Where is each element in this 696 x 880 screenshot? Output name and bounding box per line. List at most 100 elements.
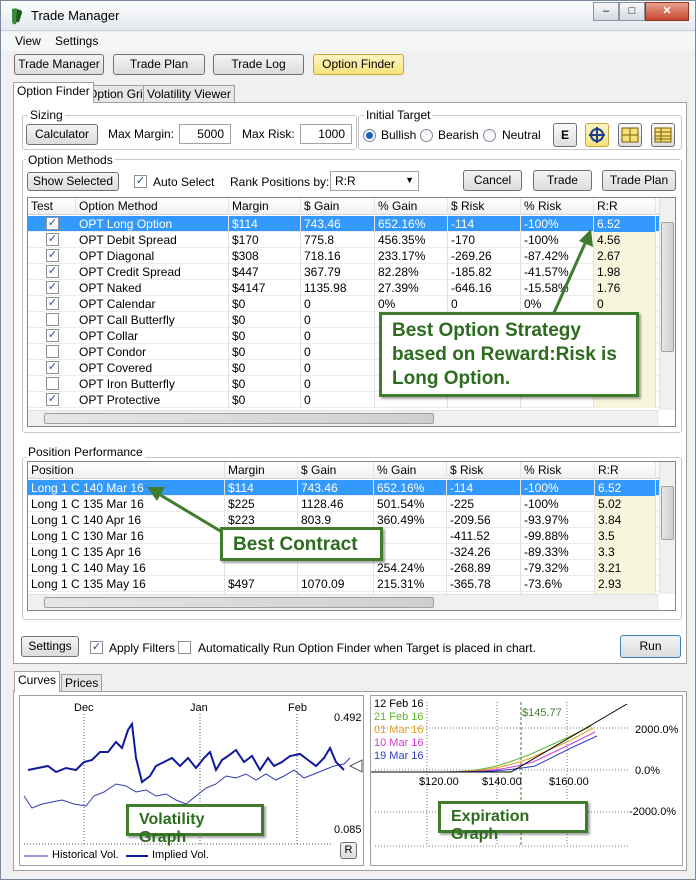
minimize-button[interactable]: – <box>593 2 619 21</box>
method-cell-method: OPT Collar <box>76 328 229 344</box>
col-test[interactable]: Test <box>28 198 76 215</box>
y-tick-2000: 2000.0% <box>635 724 679 736</box>
col-dollar-risk[interactable]: $ Risk <box>448 198 521 215</box>
position-row[interactable]: Long 1 C 140 Mar 16 $114 743.46 652.16% -114… <box>28 480 659 496</box>
method-test-checkbox[interactable]: ✓ <box>46 217 59 230</box>
method-cell-rr: 1.98 <box>594 264 656 280</box>
position-row[interactable]: Long 1 C 135 Mar 16 $225 1128.46 501.54% -22… <box>28 496 659 512</box>
method-cell-gain: 0 <box>301 344 375 360</box>
position-performance-label: Position Performance <box>26 445 145 459</box>
target-crosshair-icon[interactable] <box>585 123 609 147</box>
title-bar[interactable]: Trade Manager – □ ✕ <box>1 1 695 31</box>
neutral-radio[interactable] <box>483 129 496 142</box>
position-row[interactable]: Long 1 C 135 May 16 $497 1070.09 215.31% -36… <box>28 576 659 592</box>
method-test-checkbox[interactable]: ✓ <box>46 249 59 262</box>
col-percent-risk[interactable]: % Risk <box>521 198 594 215</box>
col-margin[interactable]: Margin <box>229 198 301 215</box>
method-test-checkbox[interactable] <box>46 377 59 390</box>
dropdown-arrow-icon: ▼ <box>405 175 414 185</box>
position-cell-prisk: -100% <box>521 480 595 496</box>
table-view-icon[interactable] <box>651 123 675 147</box>
col-reward-risk[interactable]: R:R <box>594 198 656 215</box>
menu-view[interactable]: View <box>15 34 41 48</box>
col-pos-dollar-risk[interactable]: $ Risk <box>447 462 521 479</box>
col-position[interactable]: Position <box>28 462 225 479</box>
method-cell-gain: 1135.98 <box>301 280 375 296</box>
col-pos-percent-risk[interactable]: % Risk <box>521 462 595 479</box>
show-selected-button[interactable]: Show Selected <box>27 172 119 191</box>
method-cell-margin: $0 <box>229 328 301 344</box>
max-margin-input[interactable]: 5000 <box>179 124 231 144</box>
method-cell-margin: $114 <box>229 216 301 232</box>
method-test-checkbox[interactable] <box>46 313 59 326</box>
method-cell-pgain: 456.35% <box>375 232 448 248</box>
method-cell-risk: 0 <box>448 296 521 312</box>
method-test-checkbox[interactable]: ✓ <box>46 329 59 342</box>
position-cell-pgain: 501.54% <box>374 496 447 512</box>
method-test-checkbox[interactable]: ✓ <box>46 297 59 310</box>
apply-filters-checkbox[interactable]: ✓ <box>90 641 103 654</box>
option-methods-label: Option Methods <box>26 153 115 167</box>
position-cell-margin: $497 <box>225 576 298 592</box>
method-test-checkbox[interactable] <box>46 345 59 358</box>
reset-button[interactable]: R <box>340 842 357 859</box>
col-pos-reward-risk[interactable]: R:R <box>595 462 656 479</box>
cancel-button[interactable]: Cancel <box>463 170 522 191</box>
rank-positions-select[interactable]: R:R ▼ <box>330 171 419 191</box>
position-row[interactable]: Long 1 C 140 Apr 16 $223 803.9 360.49% -209.… <box>28 512 659 528</box>
tab-curves[interactable]: Curves <box>14 671 61 692</box>
historical-vol-line <box>23 757 351 809</box>
calculator-button[interactable]: Calculator <box>26 124 98 145</box>
run-button[interactable]: Run <box>620 635 681 658</box>
position-cell-rr: 5.02 <box>595 496 656 512</box>
e-button[interactable]: E <box>553 123 577 147</box>
method-test-checkbox[interactable]: ✓ <box>46 361 59 374</box>
trade-button[interactable]: Trade <box>533 170 592 191</box>
method-cell-rr: 6.52 <box>594 216 656 232</box>
position-cell-prisk: -79.32% <box>521 560 595 576</box>
position-hscrollbar[interactable] <box>28 594 659 610</box>
trade-manager-button[interactable]: Trade Manager <box>14 54 104 75</box>
max-risk-input[interactable]: 1000 <box>300 124 352 144</box>
option-methods-vscrollbar[interactable] <box>659 198 675 410</box>
col-dollar-gain[interactable]: $ Gain <box>301 198 375 215</box>
sizing-label: Sizing <box>28 108 65 122</box>
col-option-method[interactable]: Option Method <box>76 198 229 215</box>
option-finder-button[interactable]: Option Finder <box>313 54 404 75</box>
auto-run-checkbox[interactable] <box>178 641 191 654</box>
col-pos-dollar-gain[interactable]: $ Gain <box>298 462 374 479</box>
position-cell-position: Long 1 C 135 Apr 16 <box>28 544 225 560</box>
position-cell-risk: -209.56 <box>447 512 521 528</box>
trade-plan-button[interactable]: Trade Plan <box>113 54 205 75</box>
settings-button[interactable]: Settings <box>21 636 79 657</box>
col-pos-margin[interactable]: Margin <box>225 462 298 479</box>
position-vscrollbar[interactable] <box>659 462 675 594</box>
position-cell-pgain <box>374 544 447 560</box>
col-percent-gain[interactable]: % Gain <box>375 198 448 215</box>
position-cell-prisk: -73.6% <box>521 576 595 592</box>
bearish-radio[interactable] <box>420 129 433 142</box>
auto-select-checkbox[interactable]: ✓ <box>134 175 147 188</box>
position-cell-risk: -324.26 <box>447 544 521 560</box>
col-pos-percent-gain[interactable]: % Gain <box>374 462 447 479</box>
position-cell-risk: -225 <box>447 496 521 512</box>
method-test-checkbox[interactable]: ✓ <box>46 265 59 278</box>
window-title: Trade Manager <box>31 8 120 23</box>
trade-log-button[interactable]: Trade Log <box>213 54 304 75</box>
method-test-checkbox[interactable]: ✓ <box>46 393 59 406</box>
maximize-button[interactable]: □ <box>619 2 645 21</box>
trade-plan-action-button[interactable]: Trade Plan <box>602 170 676 191</box>
method-cell-pgain: 233.17% <box>375 248 448 264</box>
bullish-radio[interactable] <box>363 129 376 142</box>
position-row[interactable]: Long 1 C 140 May 16 254.24% -268.89 -79.32%… <box>28 560 659 576</box>
method-test-checkbox[interactable]: ✓ <box>46 233 59 246</box>
grid-view-icon[interactable] <box>618 123 642 147</box>
menu-settings[interactable]: Settings <box>55 34 98 48</box>
option-methods-hscrollbar[interactable] <box>28 410 659 426</box>
position-cell-rr: 3.84 <box>595 512 656 528</box>
position-grid-header: Position Margin $ Gain % Gain $ Risk % R… <box>28 462 661 479</box>
position-cell-rr: 3.21 <box>595 560 656 576</box>
method-test-checkbox[interactable]: ✓ <box>46 281 59 294</box>
tab-option-finder[interactable]: Option Finder <box>13 82 94 103</box>
close-button[interactable]: ✕ <box>645 2 689 21</box>
